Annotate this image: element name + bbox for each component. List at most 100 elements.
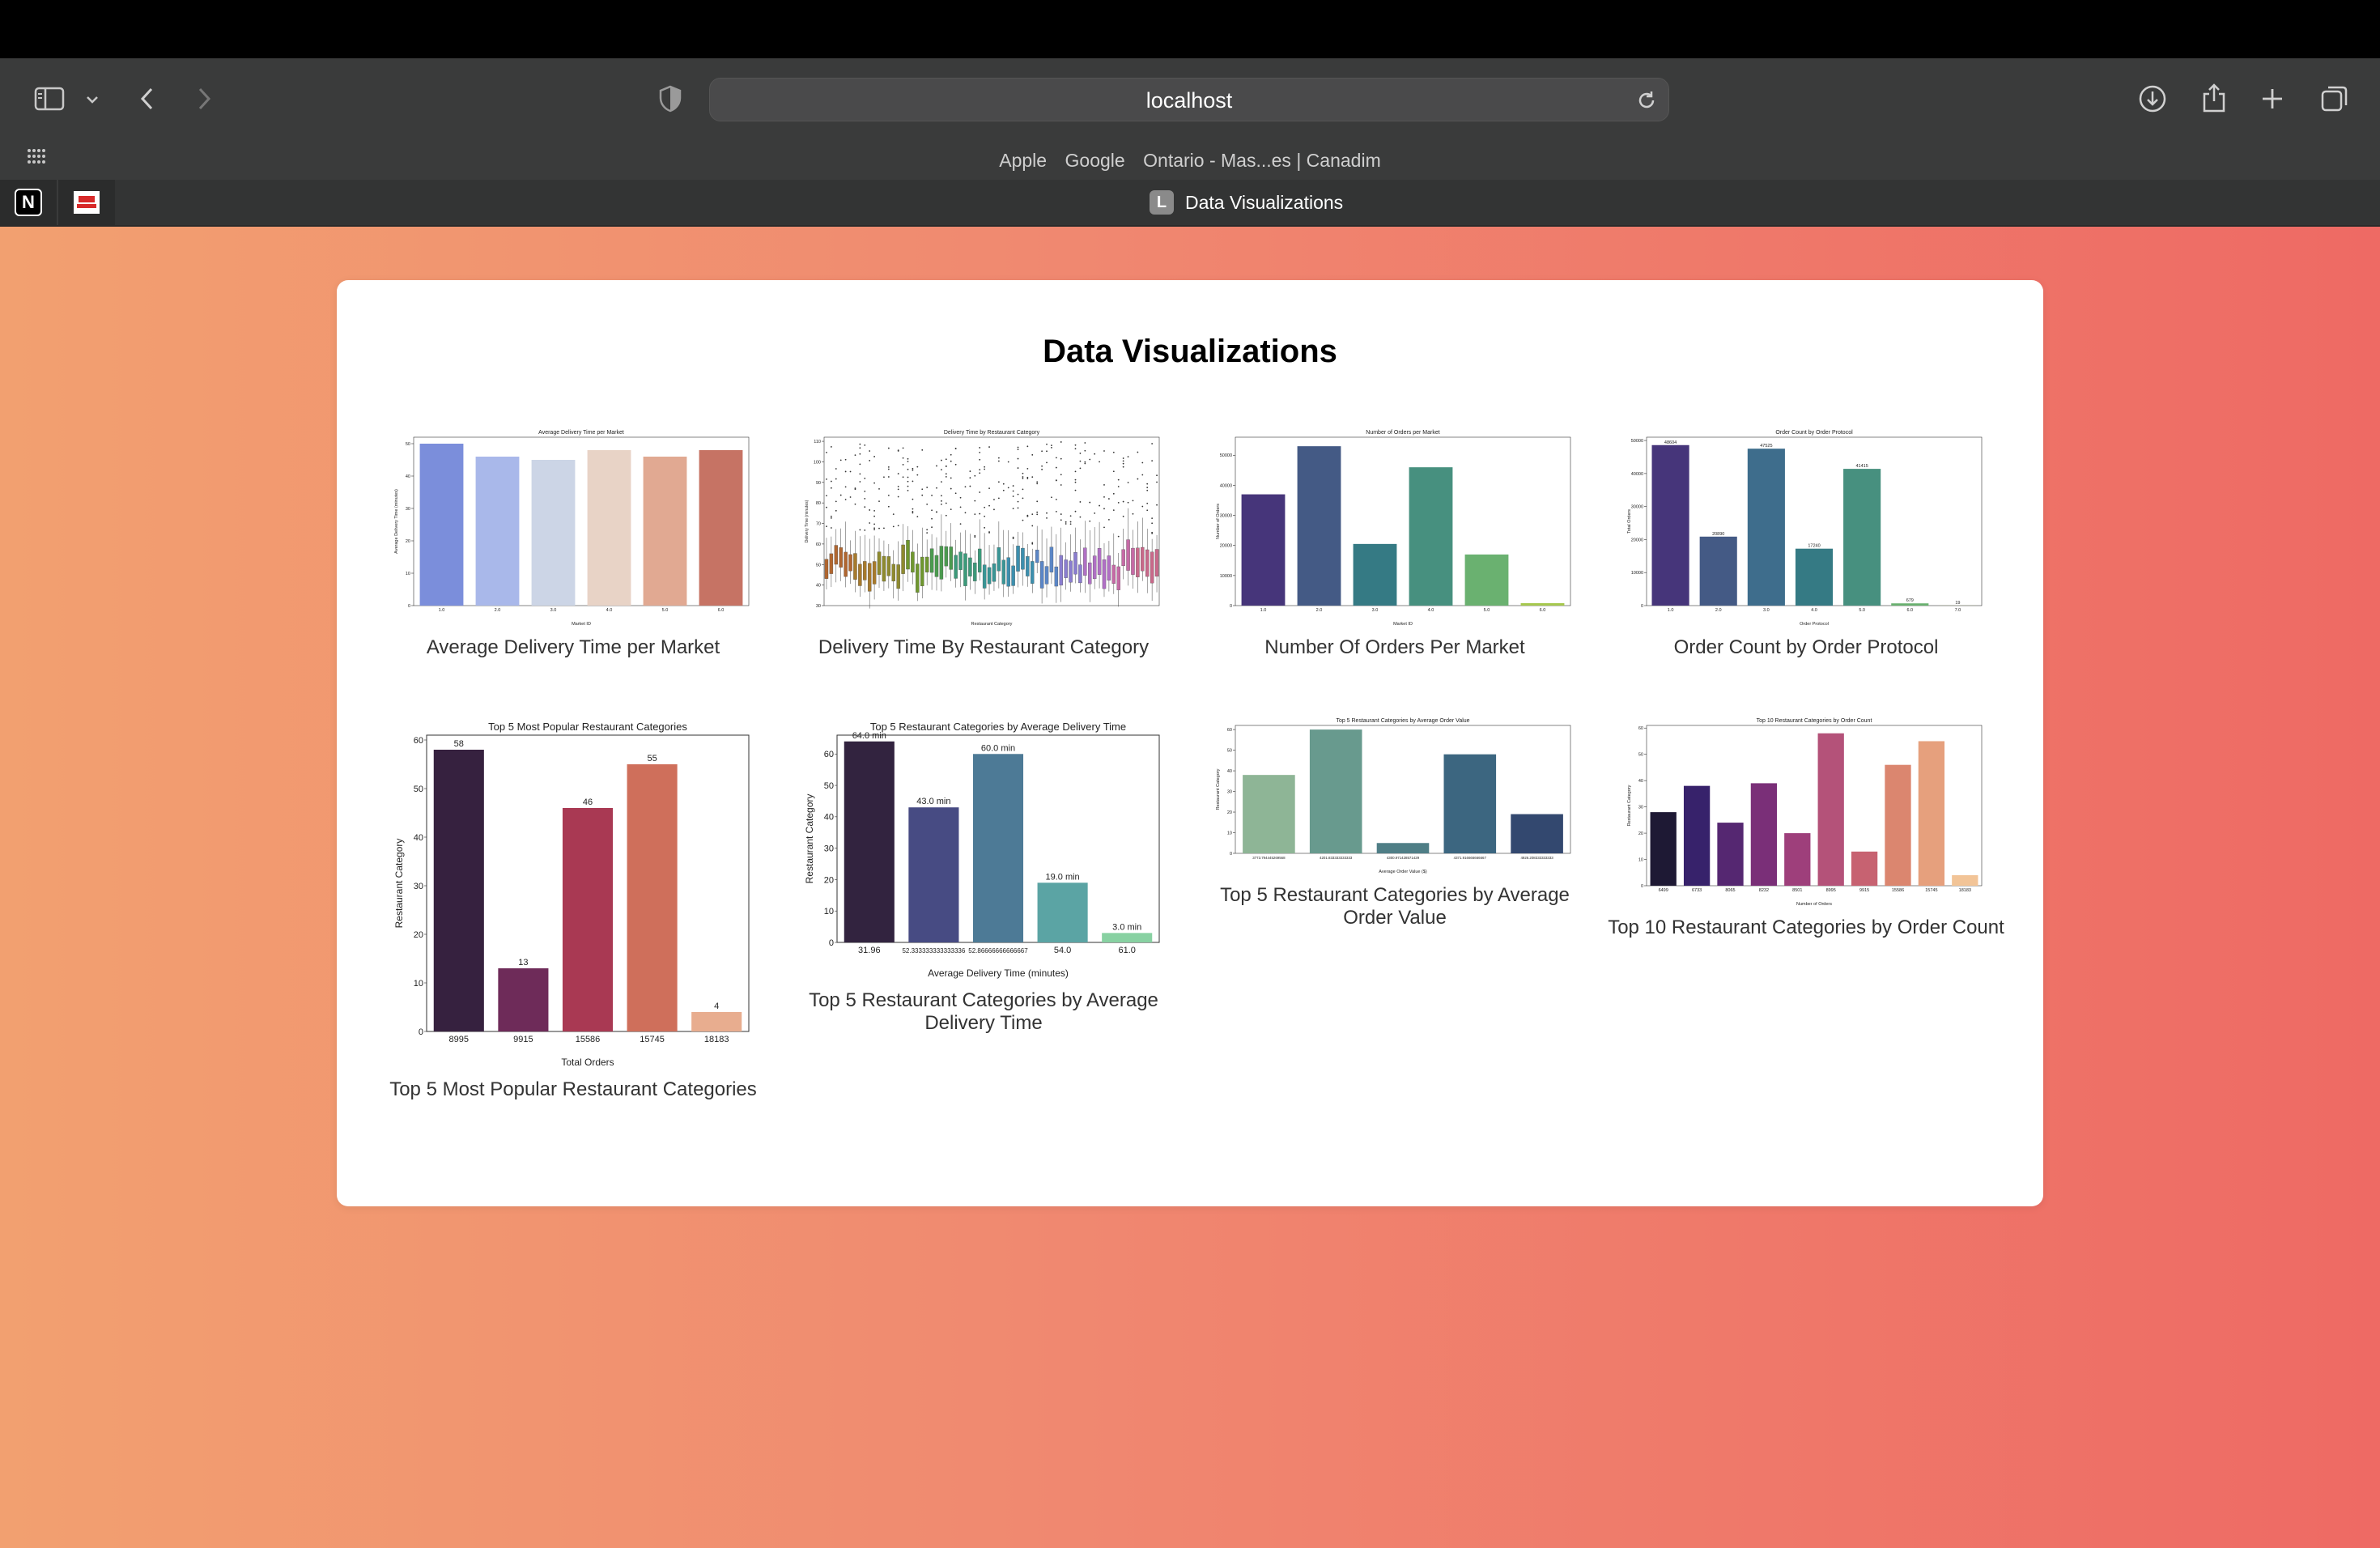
outlier-point <box>854 488 856 491</box>
outlier-point <box>1022 488 1024 491</box>
data-label: 3.0 min <box>1112 922 1141 932</box>
y-tick-label: 60 <box>1227 728 1232 733</box>
y-tick-label: 100 <box>814 460 821 465</box>
outlier-point <box>916 516 919 518</box>
x-tick-label: 18183 <box>704 1035 729 1044</box>
y-tick-label: 30 <box>824 844 834 853</box>
outlier-point <box>1146 483 1149 485</box>
sidebar-icon[interactable] <box>31 83 68 115</box>
box <box>1078 564 1082 584</box>
chart-delivery-by-category: Delivery Time by Restaurant Category 30 40… <box>801 426 1166 628</box>
outlier-point <box>1036 511 1039 513</box>
outlier-point <box>1117 486 1120 487</box>
bookmark-apple[interactable]: Apple <box>999 144 1047 176</box>
data-label: 20890 <box>1712 532 1724 537</box>
outlier-point <box>887 466 890 468</box>
box <box>1116 566 1120 590</box>
box <box>1150 551 1154 584</box>
outlier-point <box>1141 505 1144 508</box>
shield-icon[interactable] <box>656 83 685 115</box>
bookmark-google[interactable]: Google <box>1065 144 1125 176</box>
bookmark-ontario[interactable]: Ontario - Mas...es | Canadim <box>1143 144 1381 176</box>
outlier-point <box>887 468 890 470</box>
outlier-point <box>993 508 995 511</box>
box <box>1131 547 1135 575</box>
x-tick-label: 18183 <box>1959 888 1971 893</box>
y-tick-label: 90 <box>816 481 821 486</box>
y-tick-label: 50000 <box>1220 453 1232 458</box>
tabs-icon[interactable] <box>2317 81 2352 117</box>
bar <box>562 808 614 1031</box>
bar <box>1037 882 1088 942</box>
outlier-point <box>1099 504 1100 507</box>
box <box>1016 546 1020 572</box>
box <box>1154 549 1159 577</box>
plus-icon[interactable] <box>2255 81 2289 117</box>
chevron-down-icon[interactable] <box>79 87 105 112</box>
chart-caption: Top 5 Restaurant Categories by Average O… <box>1220 884 1570 929</box>
bar <box>419 444 464 606</box>
outlier-point <box>1002 483 1005 485</box>
outlier-point <box>1103 450 1105 452</box>
box <box>1059 555 1063 586</box>
outlier-point <box>1137 478 1139 480</box>
bar <box>1376 843 1430 853</box>
outlier-point <box>1046 517 1048 519</box>
outlier-point <box>959 506 962 508</box>
y-tick-label: 60 <box>824 750 834 759</box>
outlier-point <box>921 488 924 491</box>
active-tab[interactable]: L Data Visualizations <box>1150 188 1343 217</box>
outlier-point <box>887 447 890 449</box>
y-tick-label: 10 <box>414 979 423 989</box>
chart-top5-avg-delivery: Top 5 Restaurant Categories by Average D… <box>801 714 1166 981</box>
outlier-point <box>902 457 904 459</box>
outlier-point <box>1065 521 1067 523</box>
chart-title: Order Count by Order Protocol <box>1775 430 1853 436</box>
back-icon[interactable] <box>133 81 162 117</box>
pinned-tab-site[interactable] <box>58 180 115 225</box>
bookmarks-bar: Apple Google Ontario - Mas...es | Canadi… <box>0 144 2380 176</box>
bar <box>531 460 576 606</box>
outlier-point <box>916 474 919 476</box>
chart-top5-popular: Top 5 Most Popular Restaurant Categories… <box>391 714 755 1070</box>
address-bar[interactable]: localhost <box>709 78 1669 121</box>
reload-icon[interactable] <box>1633 87 1660 114</box>
outlier-point <box>1055 510 1057 512</box>
outlier-point <box>997 497 1000 500</box>
outlier-point <box>959 523 962 525</box>
tab-bar: N L Data Visualizations <box>0 180 2380 225</box>
pinned-tab-notion[interactable]: N <box>0 180 57 225</box>
box <box>848 554 852 572</box>
outlier-point <box>1084 449 1086 452</box>
data-label: 13 <box>518 958 528 968</box>
outlier-point <box>1084 461 1086 463</box>
x-tick-label: 6733 <box>1692 888 1702 893</box>
forward-icon[interactable] <box>189 81 219 117</box>
outlier-point <box>864 444 866 446</box>
box <box>1069 560 1073 583</box>
x-tick-label: 15745 <box>640 1035 665 1044</box>
download-icon[interactable] <box>2136 81 2170 117</box>
share-icon[interactable] <box>2197 79 2231 117</box>
outlier-point <box>1022 476 1024 478</box>
outlier-point <box>969 477 971 479</box>
x-tick-label: 4926.208333333333 <box>1520 856 1553 860</box>
outlier-point <box>1122 515 1124 517</box>
box <box>858 563 862 586</box>
outlier-point <box>878 527 880 529</box>
outlier-point <box>1084 442 1086 444</box>
x-tick-label: 4.0 <box>1811 608 1817 613</box>
y-tick-label: 40 <box>1227 769 1232 774</box>
y-tick-label: 40000 <box>1220 483 1232 488</box>
outlier-point <box>844 499 847 500</box>
x-tick-label: 6.0 <box>718 608 725 613</box>
outlier-point <box>941 500 942 502</box>
outlier-point <box>1017 500 1019 503</box>
url-text[interactable]: localhost <box>710 79 1668 122</box>
outlier-point <box>1036 481 1039 483</box>
outlier-point <box>950 508 952 511</box>
outlier-point <box>1055 479 1057 482</box>
outlier-point <box>969 470 971 472</box>
box <box>939 546 944 580</box>
x-tick-label: 15745 <box>1925 888 1937 893</box>
